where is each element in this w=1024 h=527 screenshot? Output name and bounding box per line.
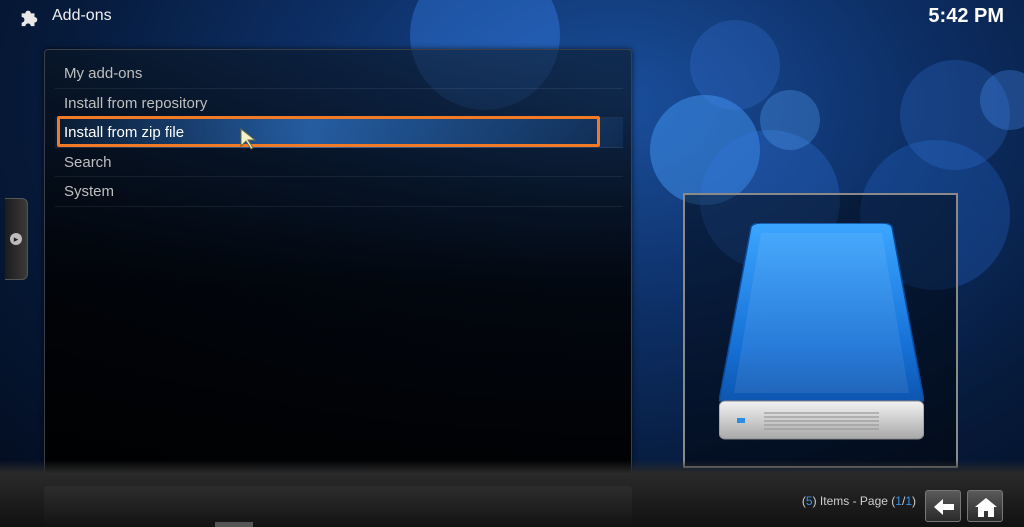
mouse-cursor-icon xyxy=(240,128,257,150)
home-icon xyxy=(975,498,997,517)
background-bokeh xyxy=(900,60,1010,170)
menu-item-label: Install from zip file xyxy=(64,124,185,141)
item-count: 5 xyxy=(805,494,813,508)
menu-panel: My add-ons Install from repository Insta… xyxy=(44,49,632,484)
menu-item-label: My add-ons xyxy=(64,65,143,82)
page-total: 1 xyxy=(905,494,912,508)
home-button[interactable] xyxy=(967,490,1003,522)
back-arrow-icon xyxy=(934,499,954,515)
hard-drive-icon xyxy=(719,223,924,440)
puzzle-piece-icon xyxy=(21,10,38,27)
items-page-label: Items - Page xyxy=(819,494,888,508)
background-bokeh xyxy=(760,90,820,150)
chevron-right-icon: ▸ xyxy=(10,233,22,245)
menu-item-label: System xyxy=(64,183,115,200)
menu-item-label: Search xyxy=(64,153,112,171)
items-page-info: (5) Items - Page (1/1) xyxy=(801,494,916,508)
page-title: Add-ons xyxy=(52,7,112,24)
menu-item-install-from-repository[interactable]: Install from repository xyxy=(55,89,623,118)
menu-item-search[interactable]: Search xyxy=(55,148,623,177)
panel-reflection xyxy=(44,486,632,527)
menu-item-system[interactable]: System xyxy=(55,177,623,207)
menu-list: My add-ons Install from repository Insta… xyxy=(55,59,623,207)
menu-item-my-addons[interactable]: My add-ons xyxy=(55,59,623,89)
page-current: 1 xyxy=(895,494,902,508)
preview-thumbnail xyxy=(683,193,958,468)
background-bokeh xyxy=(980,70,1024,130)
back-button[interactable] xyxy=(925,490,961,522)
menu-item-install-from-zip[interactable]: Install from zip file xyxy=(55,118,623,148)
background-bokeh xyxy=(650,95,760,205)
menu-item-label: Install from repository xyxy=(64,94,208,112)
side-menu-tab[interactable]: ▸ xyxy=(5,198,28,280)
clock: 5:42 PM xyxy=(928,5,1004,27)
header: Add-ons 5:42 PM xyxy=(0,0,1024,36)
scroll-indicator xyxy=(215,522,253,527)
